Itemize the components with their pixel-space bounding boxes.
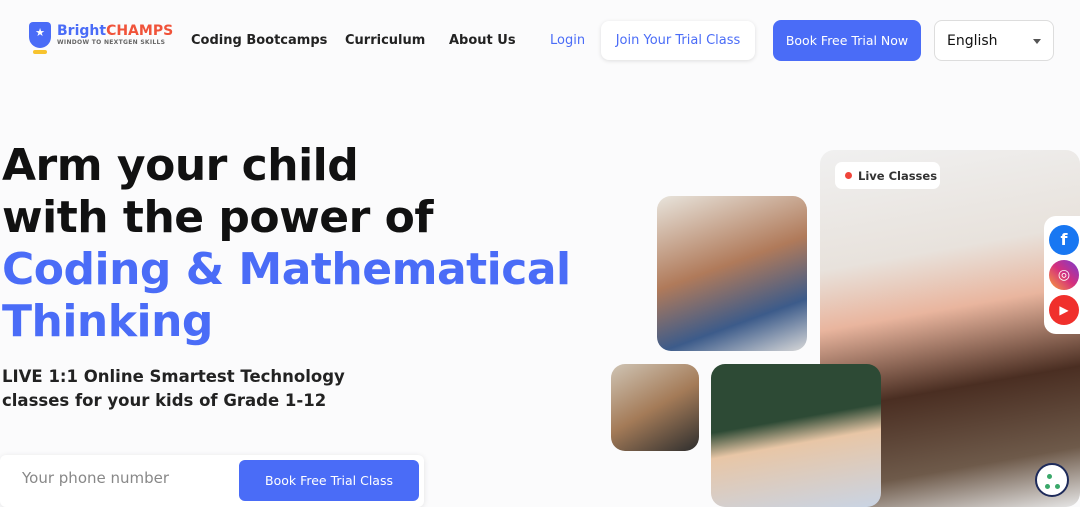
nav-coding-bootcamps[interactable]: Coding Bootcamps [191, 33, 327, 48]
social-sidebar: f ◎ ▶ [1044, 216, 1080, 334]
heading-highlight: Thinking [2, 296, 213, 347]
language-select[interactable]: English [934, 20, 1054, 61]
top-nav: ★ BrightCHAMPS WINDOW TO NEXTGEN SKILLS … [0, 0, 1080, 80]
brand-accent: CHAMPS [106, 23, 174, 39]
heading-line: with the power of [2, 192, 434, 243]
girl-computer-photo [611, 364, 699, 451]
live-classes-badge: Live Classes [835, 162, 940, 189]
live-dot-icon [845, 172, 852, 179]
hero-heading: Arm your child with the power of Coding … [2, 140, 571, 348]
youtube-icon[interactable]: ▶ [1049, 295, 1079, 326]
brightchamps-logo[interactable]: ★ BrightCHAMPS WINDOW TO NEXTGEN SKILLS [29, 22, 174, 54]
instagram-icon[interactable]: ◎ [1049, 259, 1079, 290]
live-badge-label: Live Classes [858, 168, 938, 183]
boy-classroom-photo [711, 364, 881, 507]
heading-line: Arm your child [2, 140, 359, 191]
join-trial-button[interactable]: Join Your Trial Class [601, 21, 755, 60]
language-value: English [947, 32, 998, 49]
brand-tagline: WINDOW TO NEXTGEN SKILLS [57, 39, 166, 46]
nav-about-us[interactable]: About Us [449, 33, 516, 48]
book-free-trial-class-button[interactable]: Book Free Trial Class [239, 460, 419, 501]
brand-main: Bright [57, 23, 107, 39]
facebook-icon[interactable]: f [1049, 224, 1079, 255]
book-trial-now-button[interactable]: Book Free Trial Now [773, 20, 921, 61]
phone-input[interactable] [22, 469, 222, 487]
boy-laptop-photo [657, 196, 807, 351]
shield-star-icon: ★ [29, 22, 51, 54]
cookie-settings-icon[interactable] [1035, 463, 1069, 497]
login-link[interactable]: Login [550, 33, 585, 48]
nav-curriculum[interactable]: Curriculum [345, 33, 425, 48]
phone-form: Book Free Trial Class [0, 455, 424, 507]
heading-highlight: Coding & Mathematical [2, 244, 571, 295]
hero-subtitle: LIVE 1:1 Online Smartest Technology clas… [2, 367, 345, 410]
chevron-down-icon [1033, 39, 1041, 48]
